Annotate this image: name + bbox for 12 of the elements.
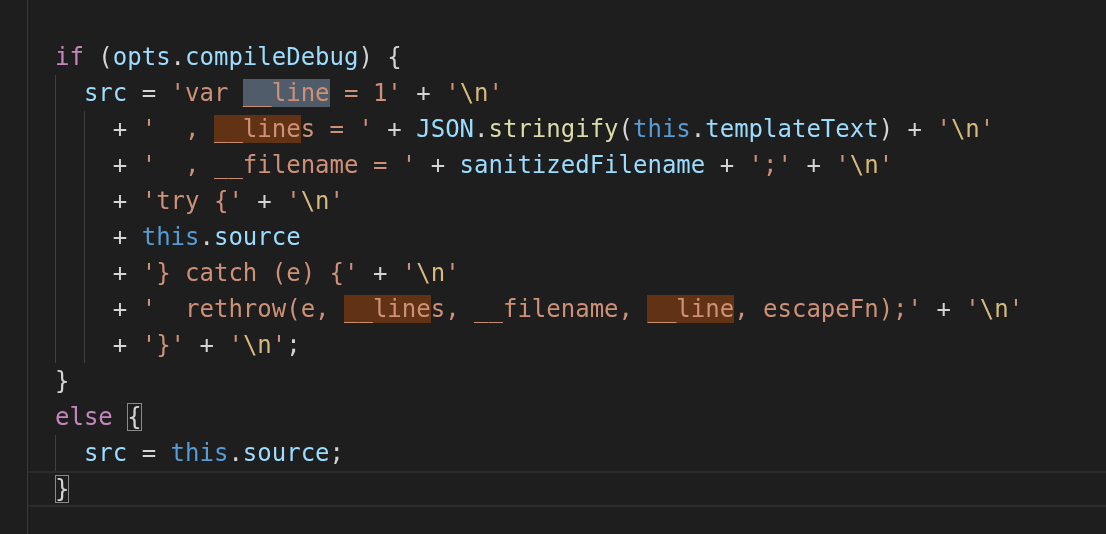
code-line: + '}' + '\n'; [111, 330, 301, 361]
code-line: + ' rethrow(e, __lines, __filename, __line, escapeFn);' + '\n' [111, 294, 1024, 325]
code-line: } [55, 474, 70, 505]
code-line: else { [55, 402, 142, 433]
code-line: + '} catch (e) {' + '\n' [111, 258, 460, 289]
code-line: + this.source [111, 222, 301, 253]
code-line: } [55, 366, 70, 397]
code-line: + ' , __lines = ' + JSON.stringify(this.templateText) + '\n' [111, 114, 995, 145]
code-line: src = this.source; [82, 438, 344, 469]
code-line: if (opts.compileDebug) { [55, 42, 402, 73]
code-line: + ' , __filename = ' + sanitizedFilename + ';' + '\n' [111, 150, 894, 181]
code-line: + 'try {' + '\n' [111, 186, 345, 217]
